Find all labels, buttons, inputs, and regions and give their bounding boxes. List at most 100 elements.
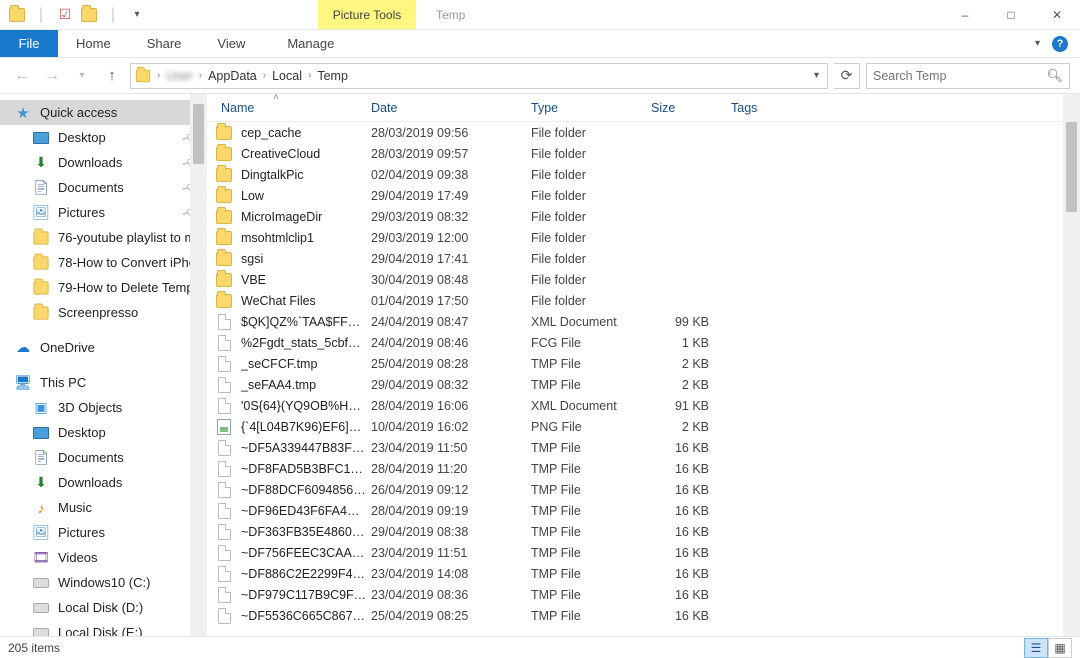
address-bar[interactable]: › User › AppData › Local › Temp ▾ bbox=[130, 63, 828, 89]
nav-item[interactable]: 🎞︎Videos bbox=[0, 545, 207, 570]
breadcrumb-user[interactable]: User bbox=[162, 67, 196, 85]
file-date: 23/04/2019 14:08 bbox=[371, 567, 531, 581]
nav-item[interactable]: ⬇Downloads📌︎ bbox=[0, 150, 207, 175]
file-row[interactable]: _seFAA4.tmp29/04/2019 08:32TMP File2 KB bbox=[207, 374, 1080, 395]
file-row[interactable]: ~DF979C117B9C9F…23/04/2019 08:36TMP File… bbox=[207, 584, 1080, 605]
file-row[interactable]: Low29/04/2019 17:49File folder bbox=[207, 185, 1080, 206]
tab-home[interactable]: Home bbox=[58, 30, 129, 57]
file-row[interactable]: ~DF8FAD5B3BFC12…28/04/2019 11:20TMP File… bbox=[207, 458, 1080, 479]
column-date[interactable]: Date bbox=[357, 94, 517, 121]
chevron-right-icon[interactable]: › bbox=[308, 70, 311, 81]
nav-item[interactable]: 79-How to Delete Temp Fi bbox=[0, 275, 207, 300]
scrollbar-thumb[interactable] bbox=[193, 104, 204, 164]
nav-onedrive[interactable]: ☁ OneDrive bbox=[0, 335, 207, 360]
details-view-button[interactable]: ☰ bbox=[1024, 638, 1048, 658]
file-tab[interactable]: File bbox=[0, 30, 58, 57]
file-date: 26/04/2019 09:12 bbox=[371, 483, 531, 497]
tab-view[interactable]: View bbox=[199, 30, 263, 57]
minimize-button[interactable]: – bbox=[942, 0, 988, 30]
nav-item[interactable]: Local Disk (E:) bbox=[0, 620, 207, 636]
thumbnails-view-button[interactable]: ▦ bbox=[1048, 638, 1072, 658]
file-row[interactable]: ~DF96ED43F6FA4EA…28/04/2019 09:19TMP Fil… bbox=[207, 500, 1080, 521]
nav-item[interactable]: Local Disk (D:) bbox=[0, 595, 207, 620]
up-button[interactable]: ↑ bbox=[100, 64, 124, 88]
file-type: TMP File bbox=[531, 462, 651, 476]
file-row[interactable]: sgsi29/04/2019 17:41File folder bbox=[207, 248, 1080, 269]
column-name[interactable]: Name bbox=[207, 94, 357, 121]
scrollbar-thumb[interactable] bbox=[1066, 122, 1077, 212]
nav-item[interactable]: 🖼︎Pictures📌︎ bbox=[0, 200, 207, 225]
file-row[interactable]: ~DF88DCF6094856B…26/04/2019 09:12TMP Fil… bbox=[207, 479, 1080, 500]
search-input[interactable] bbox=[873, 69, 1046, 83]
nav-item[interactable]: 🖼︎Pictures bbox=[0, 520, 207, 545]
file-row[interactable]: MicroImageDir29/03/2019 08:32File folder bbox=[207, 206, 1080, 227]
navpane-scrollbar[interactable] bbox=[190, 94, 207, 636]
file-icon bbox=[218, 524, 231, 540]
file-row[interactable]: DingtalkPic02/04/2019 09:38File folder bbox=[207, 164, 1080, 185]
file-icon bbox=[218, 587, 231, 603]
nav-item[interactable]: ♪Music bbox=[0, 495, 207, 520]
file-row[interactable]: WeChat Files01/04/2019 17:50File folder bbox=[207, 290, 1080, 311]
refresh-button[interactable]: ⟳ bbox=[834, 63, 860, 89]
file-row[interactable]: cep_cache28/03/2019 09:56File folder bbox=[207, 122, 1080, 143]
breadcrumb-segment[interactable]: Temp bbox=[313, 67, 352, 85]
file-row[interactable]: $QK]QZ%`TAA$FF%…24/04/2019 08:47XML Docu… bbox=[207, 311, 1080, 332]
file-row[interactable]: _seCFCF.tmp25/04/2019 08:28TMP File2 KB bbox=[207, 353, 1080, 374]
nav-item[interactable]: Screenpresso bbox=[0, 300, 207, 325]
file-row[interactable]: VBE30/04/2019 08:48File folder bbox=[207, 269, 1080, 290]
file-row[interactable]: {`4[L04B7K96)EF6]FE…10/04/2019 16:02PNG … bbox=[207, 416, 1080, 437]
tab-manage[interactable]: Manage bbox=[269, 30, 352, 57]
breadcrumb-segment[interactable]: AppData bbox=[204, 67, 261, 85]
nav-item[interactable]: ⬇Downloads bbox=[0, 470, 207, 495]
nav-item[interactable]: 78-How to Convert iPhone bbox=[0, 250, 207, 275]
nav-quick-access[interactable]: ★ Quick access bbox=[0, 100, 207, 125]
nav-item[interactable]: Windows10 (C:) bbox=[0, 570, 207, 595]
search-icon[interactable]: 🔍︎ bbox=[1046, 68, 1063, 84]
column-tags[interactable]: Tags bbox=[717, 94, 797, 121]
file-row[interactable]: ~DF886C2E2299F44…23/04/2019 14:08TMP Fil… bbox=[207, 563, 1080, 584]
search-box[interactable]: 🔍︎ bbox=[866, 63, 1070, 89]
maximize-button[interactable]: □ bbox=[988, 0, 1034, 30]
content-scrollbar[interactable] bbox=[1063, 94, 1080, 636]
nav-item-label: Videos bbox=[58, 550, 98, 565]
file-type: XML Document bbox=[531, 315, 651, 329]
column-type[interactable]: Type bbox=[517, 94, 637, 121]
nav-item[interactable]: ▣3D Objects bbox=[0, 395, 207, 420]
tab-share[interactable]: Share bbox=[129, 30, 200, 57]
nav-this-pc[interactable]: 🖥︎ This PC bbox=[0, 370, 207, 395]
breadcrumb-segment[interactable]: Local bbox=[268, 67, 306, 85]
expand-ribbon-icon[interactable]: ▾ bbox=[1035, 38, 1040, 49]
file-row[interactable]: %2Fgdt_stats_5cbfb…24/04/2019 08:46FCG F… bbox=[207, 332, 1080, 353]
drive-icon bbox=[32, 624, 50, 637]
file-row[interactable]: ~DF363FB35E48600…29/04/2019 08:38TMP Fil… bbox=[207, 521, 1080, 542]
forward-button[interactable]: → bbox=[40, 64, 64, 88]
nav-item[interactable]: 📄︎Documents📌︎ bbox=[0, 175, 207, 200]
nav-item[interactable]: Desktop bbox=[0, 420, 207, 445]
qat-folder-icon[interactable] bbox=[78, 4, 100, 26]
chevron-right-icon[interactable]: › bbox=[263, 70, 266, 81]
nav-item[interactable]: 📄︎Documents bbox=[0, 445, 207, 470]
column-size[interactable]: Size bbox=[637, 94, 717, 121]
file-row[interactable]: ~DF5536C665C867…25/04/2019 08:25TMP File… bbox=[207, 605, 1080, 626]
file-row[interactable]: ~DF5A339447B83F2…23/04/2019 11:50TMP Fil… bbox=[207, 437, 1080, 458]
file-name: MicroImageDir bbox=[241, 210, 371, 224]
chevron-right-icon[interactable]: › bbox=[199, 70, 202, 81]
file-size: 16 KB bbox=[651, 525, 719, 539]
chevron-right-icon[interactable]: › bbox=[157, 70, 160, 81]
file-row[interactable]: msohtmlclip129/03/2019 12:00File folder bbox=[207, 227, 1080, 248]
address-dropdown-icon[interactable]: ▾ bbox=[810, 70, 823, 81]
file-row[interactable]: ~DF756FEEC3CAAD…23/04/2019 11:51TMP File… bbox=[207, 542, 1080, 563]
file-type: XML Document bbox=[531, 399, 651, 413]
file-name: _seFAA4.tmp bbox=[241, 378, 371, 392]
folder-icon[interactable] bbox=[6, 4, 28, 26]
back-button[interactable]: ← bbox=[10, 64, 34, 88]
properties-icon[interactable]: ☑ bbox=[54, 4, 76, 26]
help-icon[interactable]: ? bbox=[1052, 36, 1068, 52]
nav-item[interactable]: Desktop📌︎ bbox=[0, 125, 207, 150]
history-dropdown-icon[interactable]: ▾ bbox=[70, 64, 94, 88]
close-button[interactable]: ✕ bbox=[1034, 0, 1080, 30]
file-row[interactable]: '0S{64}(YQ9OB%HE…28/04/2019 16:06XML Doc… bbox=[207, 395, 1080, 416]
file-row[interactable]: CreativeCloud28/03/2019 09:57File folder bbox=[207, 143, 1080, 164]
qat-dropdown-icon[interactable]: ▾ bbox=[126, 4, 148, 26]
nav-item[interactable]: 76-youtube playlist to mp3 bbox=[0, 225, 207, 250]
